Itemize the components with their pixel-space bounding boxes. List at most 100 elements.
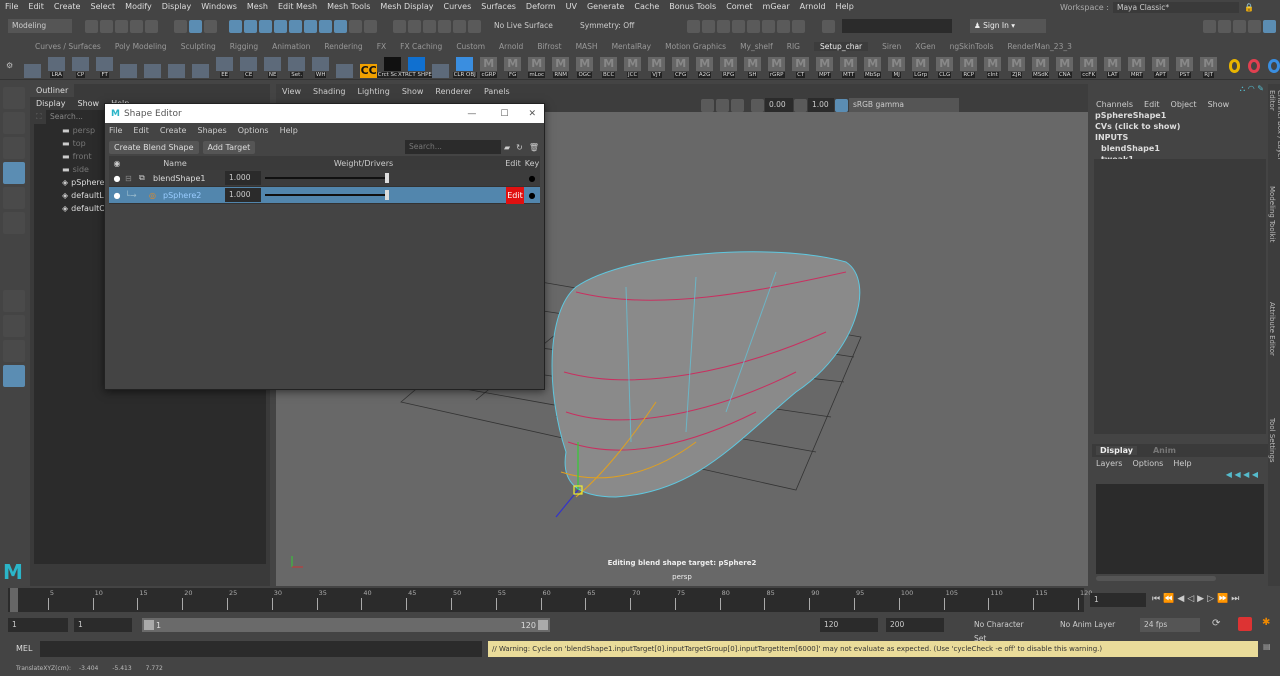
character-set-dropdown[interactable]: No Character Set (970, 618, 1036, 643)
shelf-button-icon[interactable]: FT (94, 54, 115, 78)
render-icon[interactable] (717, 19, 730, 33)
shelf-button-icon[interactable]: CLR OBJ (452, 54, 477, 78)
input-ops-icon[interactable] (364, 19, 377, 33)
shelf-button-icon[interactable]: NE (262, 54, 283, 78)
anim-start-field[interactable]: 1 (74, 618, 132, 632)
shelf-button-icon[interactable]: M FG (502, 54, 523, 78)
minimize-icon[interactable]: — (467, 109, 476, 119)
shelf-tab-custom[interactable]: Custom (456, 42, 485, 51)
weight-field[interactable]: 1.000 (225, 188, 261, 202)
shelf-button-icon[interactable]: M MRT (1126, 54, 1147, 78)
shelf-button-icon[interactable]: MrGRP (766, 54, 787, 78)
shelf-button-icon[interactable]: M LGrp (910, 54, 931, 78)
rotate-tool-icon[interactable] (3, 187, 25, 209)
select-tool-icon[interactable] (3, 87, 25, 109)
help-icon[interactable] (334, 19, 347, 33)
menu-arnold[interactable]: Arnold (800, 2, 826, 11)
outliner-layout-icon[interactable] (3, 365, 25, 387)
pause-icon[interactable] (792, 19, 805, 33)
viewport-menu-shading[interactable]: Shading (313, 87, 346, 96)
delete-icon[interactable]: 🗑 (529, 143, 539, 152)
render-icon[interactable] (702, 19, 715, 33)
viewport-menu-lighting[interactable]: Lighting (357, 87, 389, 96)
gamma-field[interactable]: 1.00 (808, 98, 834, 112)
menu-create[interactable]: Create (54, 2, 81, 11)
shelf-button-icon[interactable]: M MPT (814, 54, 835, 78)
render-settings-icon[interactable] (762, 19, 775, 33)
shelf-tab-fx-caching[interactable]: FX Caching (400, 42, 442, 51)
shelf-button-icon[interactable]: EE (214, 54, 235, 78)
channel-menu-show[interactable]: Show (1208, 100, 1230, 109)
layer-menu-help[interactable]: Help (1173, 459, 1191, 468)
shelf-button-icon[interactable] (118, 54, 139, 78)
outliner-tab[interactable]: Outliner (30, 84, 75, 97)
magnet-icon[interactable] (423, 19, 436, 33)
attribute-editor-icon[interactable] (1233, 19, 1246, 33)
script-language[interactable]: MEL (16, 644, 32, 653)
preferences-icon[interactable]: ✱ (1262, 617, 1270, 628)
shelf-button-icon[interactable] (190, 54, 211, 78)
shelf-button-icon[interactable]: M RCP (958, 54, 979, 78)
menu-mesh[interactable]: Mesh (247, 2, 268, 11)
shelf-tab-animation[interactable]: Animation (272, 42, 310, 51)
lasso-tool-icon[interactable] (3, 112, 25, 134)
play-backward-icon[interactable]: ◁ (1187, 594, 1197, 604)
shelf-button-icon[interactable]: M JCC (622, 54, 643, 78)
shelf-tab-poly-modeling[interactable]: Poly Modeling (115, 42, 167, 51)
loop-icon[interactable]: ⟳ (1212, 618, 1220, 629)
color-management-icon[interactable] (835, 98, 848, 112)
shelf-button-icon[interactable]: M LAT (1102, 54, 1123, 78)
weight-field[interactable]: 1.000 (225, 171, 261, 185)
menu-mesh-display[interactable]: Mesh Display (380, 2, 433, 11)
shading-icon[interactable] (701, 98, 714, 112)
shelf-button-icon[interactable] (334, 54, 355, 78)
shelf-button-icon[interactable]: M CNA (1054, 54, 1075, 78)
channel-menu-object[interactable]: Object (1171, 100, 1197, 109)
shelf-button-icon[interactable]: M CLG (934, 54, 955, 78)
open-scene-icon[interactable] (100, 19, 113, 33)
create-blend-shape-button[interactable]: Create Blend Shape (109, 140, 199, 154)
time-ruler[interactable]: 1510152025303540455055606570758085909510… (8, 588, 1092, 612)
shelf-button-icon[interactable] (166, 54, 187, 78)
object-name[interactable]: pSphereShape1 (1095, 110, 1268, 121)
channel-box-icon[interactable] (1263, 19, 1276, 33)
magnet-icon[interactable] (408, 19, 421, 33)
shelf-button-icon[interactable] (430, 54, 451, 78)
current-frame-field[interactable]: 1 (1090, 593, 1146, 607)
weight-slider[interactable] (265, 173, 389, 183)
go-to-start-icon[interactable]: ⏮ (1152, 594, 1163, 604)
shelf-button-icon[interactable]: M VJT (646, 54, 667, 78)
shelf-tab-siren[interactable]: Siren (882, 42, 901, 51)
render-icon[interactable] (687, 19, 700, 33)
menu-windows[interactable]: Windows (201, 2, 237, 11)
refresh-icon[interactable]: ↻ (516, 143, 523, 152)
shelf-button-icon[interactable]: M BCC (598, 54, 619, 78)
texture-icon[interactable] (716, 98, 729, 112)
paint-select-tool-icon[interactable] (3, 137, 25, 159)
menu-help[interactable]: Help (836, 2, 854, 11)
menu-select[interactable]: Select (90, 2, 115, 11)
magnet-icon[interactable] (438, 19, 451, 33)
scale-tool-icon[interactable] (3, 212, 25, 234)
outliner-menu-display[interactable]: Display (36, 99, 66, 108)
viewport-menu-view[interactable]: View (282, 87, 301, 96)
step-forward-key-icon[interactable]: ⏩ (1217, 594, 1231, 604)
menu-curves[interactable]: Curves (443, 2, 471, 11)
colorspace-dropdown[interactable]: sRGB gamma (849, 98, 959, 112)
shape-editor-menu-shapes[interactable]: Shapes (197, 126, 226, 135)
range-end-handle[interactable] (538, 620, 548, 630)
new-layer-icon[interactable]: ◀ (1243, 470, 1252, 479)
shape-search-input[interactable]: Search... (404, 140, 501, 154)
shape-editor-menu-file[interactable]: File (109, 126, 122, 135)
shelf-button-icon[interactable]: M CT (790, 54, 811, 78)
side-tab-attribute-editor[interactable]: Attribute Editor (1268, 302, 1276, 412)
maximize-icon[interactable]: ☐ (500, 109, 508, 119)
shelf-tab-fx[interactable]: FX (377, 42, 386, 51)
visibility-toggle[interactable]: ● (109, 174, 125, 183)
snap-point-icon[interactable] (259, 19, 272, 33)
menu-mesh-tools[interactable]: Mesh Tools (327, 2, 370, 11)
shelf-menu-icon[interactable]: ⚙ (6, 61, 15, 70)
workspace-dropdown[interactable]: Maya Classic* (1112, 2, 1239, 13)
menu-mgear[interactable]: mGear (763, 2, 790, 11)
menu-edit-mesh[interactable]: Edit Mesh (278, 2, 317, 11)
